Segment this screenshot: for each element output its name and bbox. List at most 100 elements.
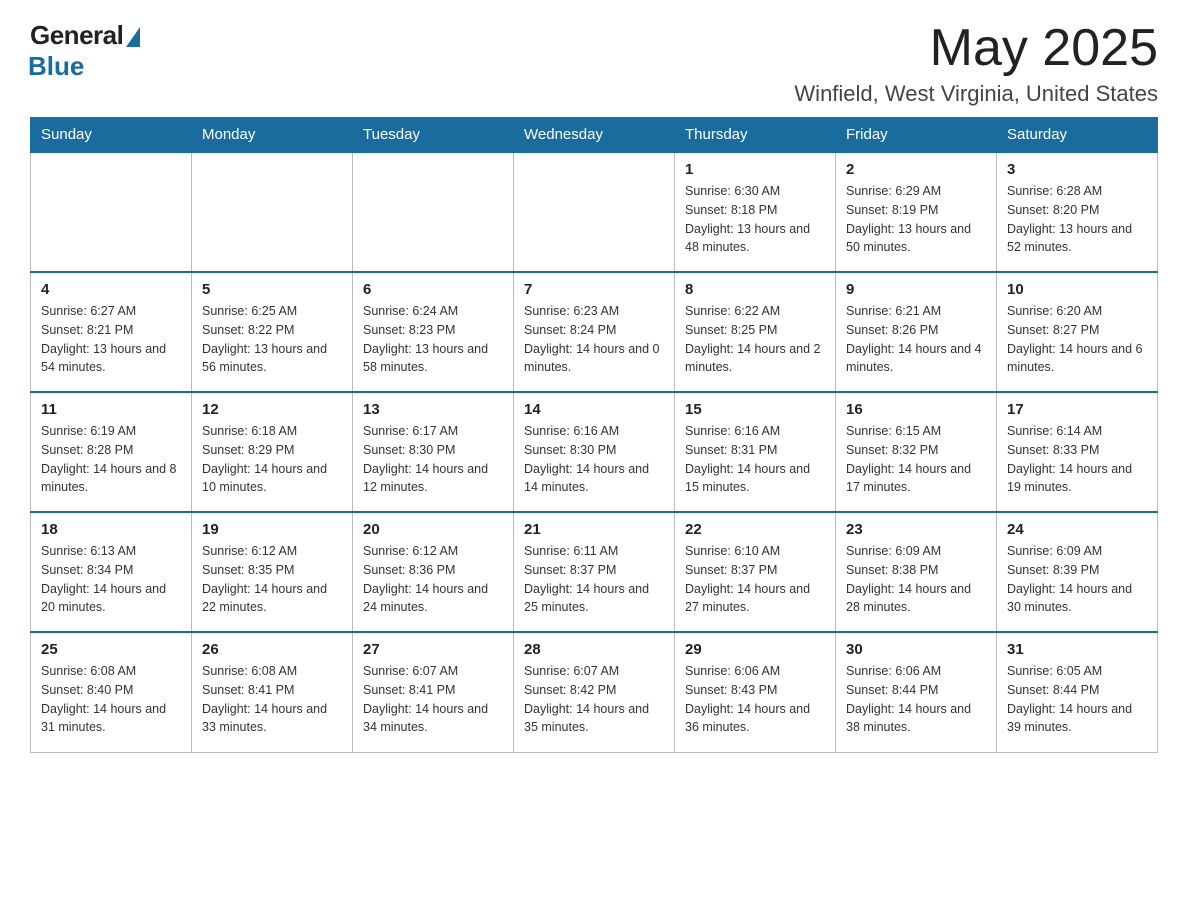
calendar-cell: 6Sunrise: 6:24 AMSunset: 8:23 PMDaylight… bbox=[353, 272, 514, 392]
day-info: Sunrise: 6:29 AMSunset: 8:19 PMDaylight:… bbox=[846, 182, 986, 257]
day-number: 4 bbox=[41, 281, 181, 298]
day-number: 31 bbox=[1007, 641, 1147, 658]
calendar-cell: 13 Sunrise: 6:17 AMSunset: 8:30 PMDayligh… bbox=[353, 392, 514, 512]
day-info: Sunrise: 6:06 AMSunset: 8:44 PMDaylight:… bbox=[846, 662, 986, 737]
day-number: 23 bbox=[846, 521, 986, 538]
day-info: Sunrise: 6:19 AMSunset: 8:28 PMDaylight:… bbox=[41, 422, 181, 497]
calendar-cell bbox=[514, 152, 675, 272]
month-title: May 2025 bbox=[794, 20, 1158, 77]
calendar-cell: 1 Sunrise: 6:30 AMSunset: 8:18 PMDaylight… bbox=[675, 152, 836, 272]
day-info: Sunrise: 6:20 AMSunset: 8:27 PMDaylight:… bbox=[1007, 302, 1147, 377]
calendar-cell: 30 Sunrise: 6:06 AMSunset: 8:44 PMDayligh… bbox=[836, 632, 997, 752]
day-number: 10 bbox=[1007, 281, 1147, 298]
day-info: Sunrise: 6:10 AMSunset: 8:37 PMDaylight:… bbox=[685, 542, 825, 617]
calendar-cell: 18 Sunrise: 6:13 AMSunset: 8:34 PMDayligh… bbox=[31, 512, 192, 632]
day-number: 22 bbox=[685, 521, 825, 538]
calendar-cell: 10 Sunrise: 6:20 AMSunset: 8:27 PMDayligh… bbox=[997, 272, 1158, 392]
location-title: Winfield, West Virginia, United States bbox=[794, 81, 1158, 107]
day-of-week-header: Saturday bbox=[997, 118, 1158, 153]
day-number: 28 bbox=[524, 641, 664, 658]
day-of-week-header: Wednesday bbox=[514, 118, 675, 153]
calendar-cell: 21 Sunrise: 6:11 AMSunset: 8:37 PMDayligh… bbox=[514, 512, 675, 632]
calendar-cell: 26Sunrise: 6:08 AMSunset: 8:41 PMDayligh… bbox=[192, 632, 353, 752]
day-info: Sunrise: 6:16 AMSunset: 8:30 PMDaylight:… bbox=[524, 422, 664, 497]
day-info: Sunrise: 6:05 AMSunset: 8:44 PMDaylight:… bbox=[1007, 662, 1147, 737]
day-info: Sunrise: 6:06 AMSunset: 8:43 PMDaylight:… bbox=[685, 662, 825, 737]
calendar-week-row: 18 Sunrise: 6:13 AMSunset: 8:34 PMDayligh… bbox=[31, 512, 1158, 632]
calendar-cell bbox=[192, 152, 353, 272]
day-info: Sunrise: 6:28 AMSunset: 8:20 PMDaylight:… bbox=[1007, 182, 1147, 257]
day-of-week-header: Monday bbox=[192, 118, 353, 153]
calendar-cell: 12 Sunrise: 6:18 AMSunset: 8:29 PMDayligh… bbox=[192, 392, 353, 512]
day-number: 12 bbox=[202, 401, 342, 418]
day-number: 8 bbox=[685, 281, 825, 298]
calendar-cell: 28Sunrise: 6:07 AMSunset: 8:42 PMDayligh… bbox=[514, 632, 675, 752]
day-number: 9 bbox=[846, 281, 986, 298]
day-number: 5 bbox=[202, 281, 342, 298]
day-of-week-header: Friday bbox=[836, 118, 997, 153]
day-info: Sunrise: 6:14 AMSunset: 8:33 PMDaylight:… bbox=[1007, 422, 1147, 497]
day-number: 24 bbox=[1007, 521, 1147, 538]
title-block: May 2025 Winfield, West Virginia, United… bbox=[794, 20, 1158, 107]
day-number: 13 bbox=[363, 401, 503, 418]
day-number: 29 bbox=[685, 641, 825, 658]
calendar-cell: 22 Sunrise: 6:10 AMSunset: 8:37 PMDayligh… bbox=[675, 512, 836, 632]
calendar-cell: 8 Sunrise: 6:22 AMSunset: 8:25 PMDaylight… bbox=[675, 272, 836, 392]
calendar-cell: 24 Sunrise: 6:09 AMSunset: 8:39 PMDayligh… bbox=[997, 512, 1158, 632]
day-number: 2 bbox=[846, 161, 986, 178]
day-info: Sunrise: 6:11 AMSunset: 8:37 PMDaylight:… bbox=[524, 542, 664, 617]
day-number: 18 bbox=[41, 521, 181, 538]
calendar-cell: 7Sunrise: 6:23 AMSunset: 8:24 PMDaylight… bbox=[514, 272, 675, 392]
day-info: Sunrise: 6:12 AMSunset: 8:35 PMDaylight:… bbox=[202, 542, 342, 617]
day-info: Sunrise: 6:18 AMSunset: 8:29 PMDaylight:… bbox=[202, 422, 342, 497]
logo: General Blue bbox=[30, 20, 140, 82]
logo-general-text: General bbox=[30, 20, 123, 51]
day-info: Sunrise: 6:13 AMSunset: 8:34 PMDaylight:… bbox=[41, 542, 181, 617]
calendar-week-row: 4Sunrise: 6:27 AMSunset: 8:21 PMDaylight… bbox=[31, 272, 1158, 392]
day-info: Sunrise: 6:15 AMSunset: 8:32 PMDaylight:… bbox=[846, 422, 986, 497]
day-info: Sunrise: 6:22 AMSunset: 8:25 PMDaylight:… bbox=[685, 302, 825, 377]
calendar-cell: 17 Sunrise: 6:14 AMSunset: 8:33 PMDayligh… bbox=[997, 392, 1158, 512]
calendar-cell: 3 Sunrise: 6:28 AMSunset: 8:20 PMDaylight… bbox=[997, 152, 1158, 272]
calendar-cell: 5 Sunrise: 6:25 AMSunset: 8:22 PMDaylight… bbox=[192, 272, 353, 392]
day-number: 21 bbox=[524, 521, 664, 538]
day-number: 25 bbox=[41, 641, 181, 658]
logo-blue-text: Blue bbox=[28, 51, 84, 82]
day-number: 30 bbox=[846, 641, 986, 658]
day-of-week-header: Sunday bbox=[31, 118, 192, 153]
calendar-cell: 16 Sunrise: 6:15 AMSunset: 8:32 PMDayligh… bbox=[836, 392, 997, 512]
day-info: Sunrise: 6:09 AMSunset: 8:39 PMDaylight:… bbox=[1007, 542, 1147, 617]
calendar-cell: 4Sunrise: 6:27 AMSunset: 8:21 PMDaylight… bbox=[31, 272, 192, 392]
day-number: 17 bbox=[1007, 401, 1147, 418]
calendar-cell bbox=[353, 152, 514, 272]
calendar-cell: 19Sunrise: 6:12 AMSunset: 8:35 PMDayligh… bbox=[192, 512, 353, 632]
calendar-week-row: 25 Sunrise: 6:08 AMSunset: 8:40 PMDayligh… bbox=[31, 632, 1158, 752]
day-info: Sunrise: 6:16 AMSunset: 8:31 PMDaylight:… bbox=[685, 422, 825, 497]
day-info: Sunrise: 6:17 AMSunset: 8:30 PMDaylight:… bbox=[363, 422, 503, 497]
day-number: 20 bbox=[363, 521, 503, 538]
day-number: 16 bbox=[846, 401, 986, 418]
day-info: Sunrise: 6:24 AMSunset: 8:23 PMDaylight:… bbox=[363, 302, 503, 377]
day-number: 27 bbox=[363, 641, 503, 658]
day-info: Sunrise: 6:30 AMSunset: 8:18 PMDaylight:… bbox=[685, 182, 825, 257]
calendar-cell: 20Sunrise: 6:12 AMSunset: 8:36 PMDayligh… bbox=[353, 512, 514, 632]
day-number: 3 bbox=[1007, 161, 1147, 178]
day-number: 26 bbox=[202, 641, 342, 658]
page-header: General Blue May 2025 Winfield, West Vir… bbox=[30, 20, 1158, 107]
logo-triangle-icon bbox=[126, 27, 140, 47]
day-info: Sunrise: 6:21 AMSunset: 8:26 PMDaylight:… bbox=[846, 302, 986, 377]
day-number: 14 bbox=[524, 401, 664, 418]
day-of-week-header: Tuesday bbox=[353, 118, 514, 153]
calendar-cell: 11Sunrise: 6:19 AMSunset: 8:28 PMDayligh… bbox=[31, 392, 192, 512]
calendar-cell: 29 Sunrise: 6:06 AMSunset: 8:43 PMDayligh… bbox=[675, 632, 836, 752]
calendar-cell: 31 Sunrise: 6:05 AMSunset: 8:44 PMDayligh… bbox=[997, 632, 1158, 752]
calendar-cell: 2 Sunrise: 6:29 AMSunset: 8:19 PMDaylight… bbox=[836, 152, 997, 272]
day-info: Sunrise: 6:09 AMSunset: 8:38 PMDaylight:… bbox=[846, 542, 986, 617]
calendar-cell: 14 Sunrise: 6:16 AMSunset: 8:30 PMDayligh… bbox=[514, 392, 675, 512]
day-info: Sunrise: 6:08 AMSunset: 8:40 PMDaylight:… bbox=[41, 662, 181, 737]
day-number: 1 bbox=[685, 161, 825, 178]
calendar-cell: 23 Sunrise: 6:09 AMSunset: 8:38 PMDayligh… bbox=[836, 512, 997, 632]
day-number: 15 bbox=[685, 401, 825, 418]
calendar-week-row: 1 Sunrise: 6:30 AMSunset: 8:18 PMDaylight… bbox=[31, 152, 1158, 272]
day-info: Sunrise: 6:25 AMSunset: 8:22 PMDaylight:… bbox=[202, 302, 342, 377]
